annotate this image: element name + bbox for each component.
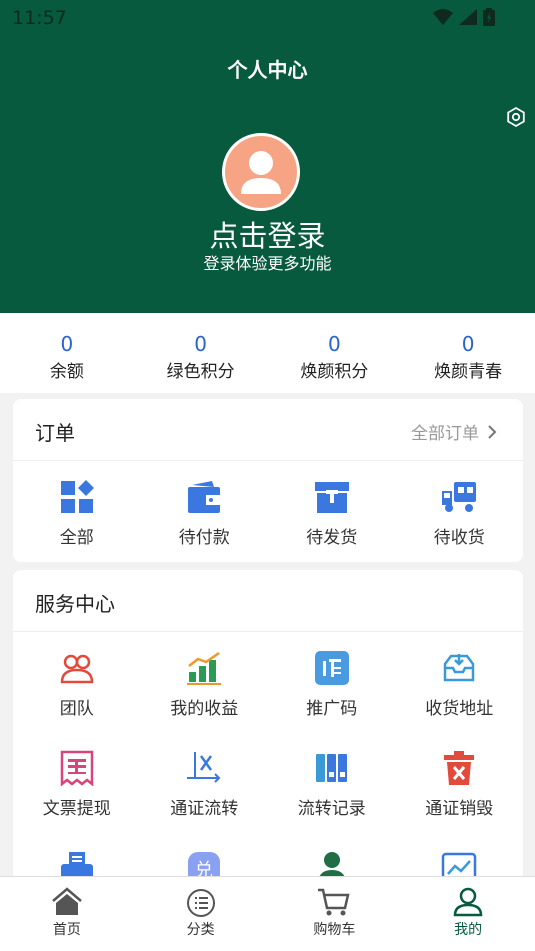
stat-value: 0 [194, 332, 207, 356]
services-header: 服务中心 [13, 570, 523, 632]
stat-value: 0 [60, 332, 74, 356]
order-pending-shipment[interactable]: 待发货 [268, 461, 396, 561]
service-label: 推广码 [306, 699, 358, 719]
stat-balance[interactable]: 0 余额 [0, 313, 134, 393]
address-inbox-icon [444, 654, 475, 682]
tab-label: 分类 [186, 922, 215, 938]
earnings-icon [187, 651, 222, 685]
stat-green-points[interactable]: 0 绿色积分 [134, 313, 268, 393]
tab-home[interactable]: 首页 [0, 877, 134, 951]
stat-value: 0 [461, 332, 475, 356]
package-icon [314, 482, 349, 513]
cart-icon [318, 888, 350, 916]
service-token-burn[interactable]: 通证销毁 [396, 732, 524, 832]
service-label: 流转记录 [297, 799, 366, 819]
avatar[interactable] [222, 133, 300, 211]
services-card: 服务中心 团队 我的收益 推广码 收货地址 文票提现 通证流转 流转记录 通证销… [13, 570, 523, 890]
tab-category[interactable]: 分类 [134, 877, 268, 951]
all-orders-link[interactable]: 全部订单 [411, 419, 497, 444]
promo-code-icon [314, 651, 349, 685]
status-icons [433, 8, 495, 26]
orders-header: 订单 全部订单 [13, 399, 523, 461]
order-label: 待付款 [178, 528, 230, 548]
service-address[interactable]: 收货地址 [396, 632, 524, 732]
chevron-right-icon [488, 424, 497, 439]
order-pending-payment[interactable]: 待付款 [141, 461, 269, 561]
tab-label: 我的 [454, 922, 483, 938]
profile-header: 11:57 个人中心 点击登录 登录体验更多功能 [0, 0, 535, 313]
service-team[interactable]: 团队 [13, 632, 141, 732]
status-time: 11:57 [12, 7, 67, 29]
orders-title: 订单 [35, 421, 75, 445]
team-icon [60, 654, 94, 684]
signal-icon [459, 9, 477, 25]
order-label: 待发货 [306, 528, 358, 548]
service-ticket-withdraw[interactable]: 文票提现 [13, 732, 141, 832]
services-title: 服务中心 [35, 592, 115, 616]
tab-cart[interactable]: 购物车 [268, 877, 402, 951]
user-icon [453, 887, 483, 917]
ticket-icon [60, 750, 93, 786]
transfer-icon [187, 752, 221, 783]
wifi-icon [433, 9, 453, 25]
status-bar: 11:57 [0, 0, 535, 36]
page-title: 个人中心 [227, 58, 308, 82]
stat-label: 余额 [49, 362, 84, 382]
service-label: 通证流转 [170, 799, 239, 819]
settings-icon[interactable] [505, 106, 527, 128]
grid-icon [60, 480, 94, 513]
order-label: 待收货 [433, 528, 485, 548]
service-label: 团队 [59, 699, 94, 719]
order-pending-receipt[interactable]: 待收货 [396, 461, 524, 561]
records-icon [315, 754, 347, 782]
stat-rejuv-points[interactable]: 0 焕颜积分 [268, 313, 402, 393]
stat-value: 0 [328, 332, 341, 356]
service-earnings[interactable]: 我的收益 [141, 632, 269, 732]
login-subtitle: 登录体验更多功能 [203, 254, 332, 273]
order-label: 全部 [59, 528, 94, 548]
tab-mine[interactable]: 我的 [401, 877, 535, 951]
bottom-tab-bar: 首页 分类 购物车 我的 [0, 876, 535, 951]
service-promo-code[interactable]: 推广码 [268, 632, 396, 732]
home-icon [52, 887, 82, 915]
login-button[interactable]: 点击登录 [0, 213, 535, 255]
all-orders-label: 全部订单 [411, 424, 479, 444]
truck-icon [442, 482, 477, 512]
stat-label: 绿色积分 [166, 362, 235, 382]
stat-label: 焕颜积分 [300, 362, 369, 382]
trash-icon [444, 751, 475, 785]
stats-bar: 0 余额 0 绿色积分 0 焕颜积分 0 焕颜青春 [0, 313, 535, 393]
order-all[interactable]: 全部 [13, 461, 141, 561]
service-transfer-records[interactable]: 流转记录 [268, 732, 396, 832]
service-label: 文票提现 [42, 799, 111, 819]
battery-icon [483, 8, 495, 26]
user-avatar-icon [241, 151, 281, 194]
service-label: 我的收益 [170, 699, 239, 719]
service-label: 通证销毁 [425, 799, 494, 819]
tab-label: 首页 [52, 922, 81, 938]
wallet-icon [188, 481, 221, 513]
service-token-transfer[interactable]: 通证流转 [141, 732, 269, 832]
stat-label: 焕颜青春 [434, 362, 503, 382]
service-label: 收货地址 [425, 699, 494, 719]
orders-card: 订单 全部订单 全部 待付款 待发货 待收货 [13, 399, 523, 562]
stat-rejuv-youth[interactable]: 0 焕颜青春 [401, 313, 535, 393]
category-icon [186, 889, 215, 917]
tab-label: 购物车 [313, 922, 356, 938]
